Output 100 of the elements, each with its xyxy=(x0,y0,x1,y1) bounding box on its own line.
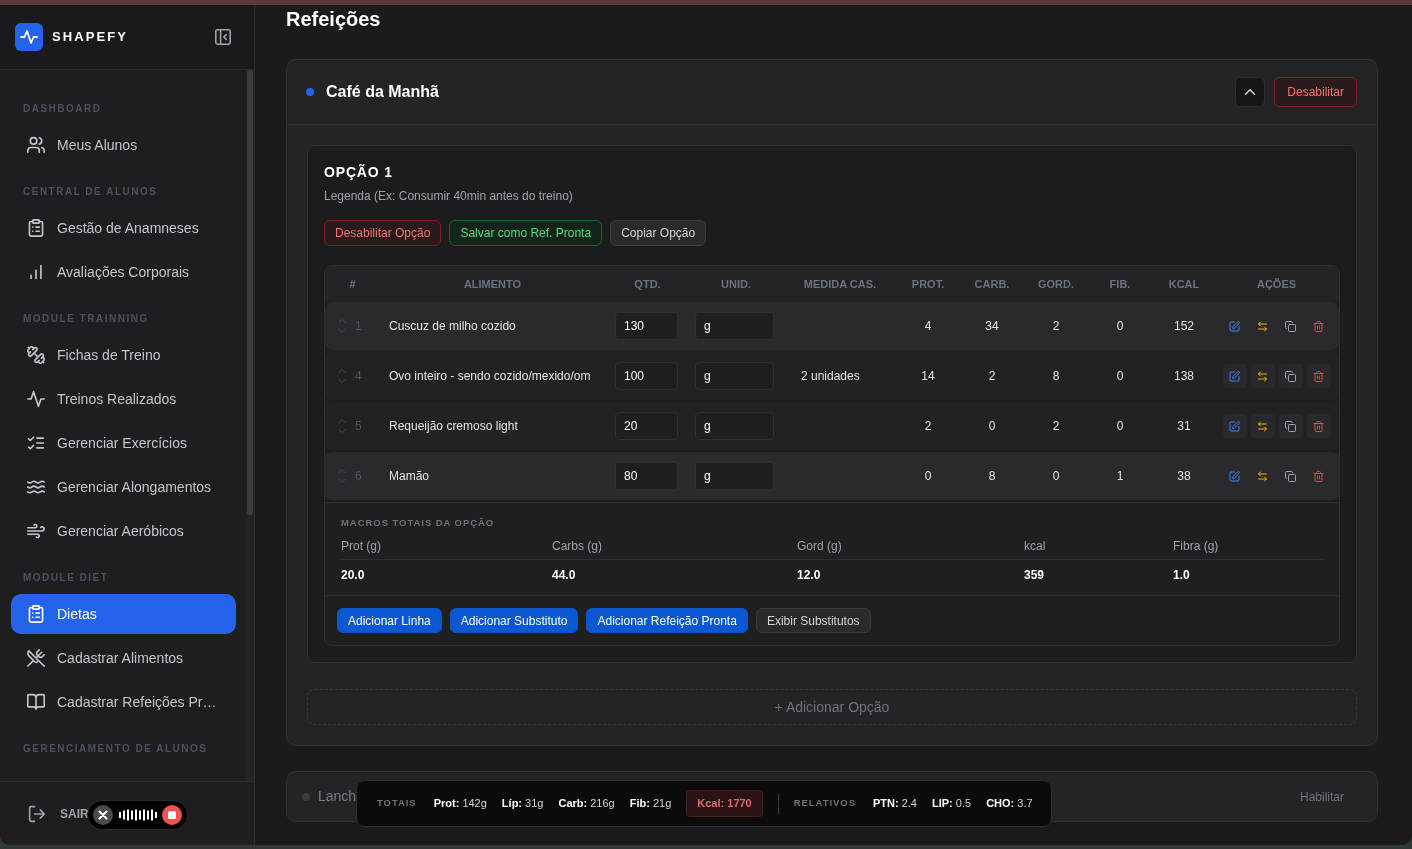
nav-item[interactable]: Avaliações Corporais xyxy=(11,252,236,292)
nutrient-value: 38 xyxy=(1177,469,1191,483)
disable-button[interactable]: Desabilitar xyxy=(1274,77,1357,107)
edit-icon xyxy=(1229,470,1240,482)
food-name: Ovo inteiro - sendo cozido/mexido/om xyxy=(389,369,591,383)
unit-input[interactable]: g xyxy=(695,362,774,390)
section-label: MODULE TRAINNING xyxy=(22,313,150,325)
logo-icon xyxy=(15,23,43,51)
nutrient-value: 2 xyxy=(988,369,996,383)
nav-item[interactable]: Fichas de Treino xyxy=(11,335,236,375)
column-header: CARB. xyxy=(973,276,1011,292)
section-label: GERENCIAMENTO DE ALUNOS xyxy=(22,743,209,755)
nutrient-value: 0 xyxy=(1116,319,1124,333)
edit-icon xyxy=(1229,420,1240,432)
nutrient-value: 0 xyxy=(1116,419,1124,433)
meal-title: Café da Manhã xyxy=(326,82,439,102)
relative-value: LIP: 0.5 xyxy=(932,796,972,812)
relative-label: RELATIVOS xyxy=(793,796,856,811)
swap-arrows-icon xyxy=(1257,320,1268,332)
nav-item[interactable]: Cadastrar Refeições Pr… xyxy=(11,682,236,722)
total-value: Carb: 216g xyxy=(558,796,615,812)
nav-item[interactable]: Gerenciar Aeróbicos xyxy=(11,511,236,551)
nutrient-value: 0 xyxy=(924,469,932,483)
collapse-sidebar-button[interactable] xyxy=(215,29,231,45)
unit-input[interactable]: g xyxy=(695,312,774,340)
nutrient-value: 0 xyxy=(988,419,996,433)
nav-item[interactable]: Meus Alunos xyxy=(11,125,236,165)
book-icon xyxy=(27,693,45,711)
food-name: Requeijão cremoso light xyxy=(389,419,518,433)
table-action-button[interactable]: Exibir Substitutos xyxy=(755,608,871,633)
crossed-utensils-icon xyxy=(27,649,45,667)
nav-item[interactable]: Gerenciar Exercícios xyxy=(11,423,236,463)
nutrient-value: 138 xyxy=(1174,369,1194,383)
delete-button[interactable] xyxy=(1306,364,1331,388)
total-value: Prot: 142g xyxy=(433,796,487,812)
macro-value: 359 xyxy=(1024,568,1045,582)
dumbbell-icon xyxy=(27,346,45,364)
option-action-button[interactable]: Desabilitar Opção xyxy=(324,220,442,246)
column-header: AÇÕES xyxy=(1255,276,1298,292)
edit-button[interactable] xyxy=(1222,414,1247,438)
pulse-icon xyxy=(27,390,45,408)
option-caption: Legenda (Ex: Consumir 40min antes do treino) xyxy=(324,188,574,204)
collapse-button[interactable] xyxy=(1235,77,1266,107)
unit-input[interactable]: g xyxy=(695,462,774,490)
option-action-button[interactable]: Copiar Opção xyxy=(610,220,707,246)
edit-button[interactable] xyxy=(1222,364,1247,388)
relative-value: PTN: 2.4 xyxy=(872,796,917,812)
nutrient-value: 2 xyxy=(924,419,932,433)
logout-button[interactable]: SAIR xyxy=(28,804,89,823)
scrollbar-thumb[interactable] xyxy=(247,70,253,515)
sidebar-toggle-icon xyxy=(215,29,231,45)
logout-icon xyxy=(28,804,46,823)
table-action-button[interactable]: Adicionar Linha xyxy=(337,608,442,633)
swap-arrows-icon xyxy=(1257,370,1268,382)
column-header: MEDIDA CAS. xyxy=(802,276,878,292)
column-header: UNID. xyxy=(720,276,752,292)
edit-icon xyxy=(1229,320,1240,332)
option-action-button[interactable]: Salvar como Ref. Pronta xyxy=(449,220,603,246)
nav-item[interactable]: Dietas xyxy=(11,594,236,634)
quantity-input[interactable]: 80 xyxy=(615,462,678,490)
nutrient-value: 8 xyxy=(1052,369,1060,383)
edit-icon xyxy=(1229,370,1240,382)
total-value: Líp: 31g xyxy=(501,796,544,812)
copy-icon xyxy=(1285,420,1296,432)
stop-recording-icon[interactable] xyxy=(162,805,182,825)
column-header: FIB. xyxy=(1108,276,1132,292)
relative-value: CHO: 3.7 xyxy=(986,796,1033,812)
copy-icon xyxy=(1285,470,1296,482)
swap-button[interactable] xyxy=(1250,414,1275,438)
chevron-up-icon xyxy=(1244,89,1257,95)
swap-arrows-icon xyxy=(1257,420,1268,432)
nav-item[interactable]: Treinos Realizados xyxy=(11,379,236,419)
nutrient-value: 0 xyxy=(1052,469,1060,483)
table-action-button[interactable]: Adicionar Refeição Pronta xyxy=(586,608,748,633)
copy-button[interactable] xyxy=(1278,414,1303,438)
column-header: GORD. xyxy=(1036,276,1076,292)
macro-label: Fibra (g) xyxy=(1173,539,1219,553)
table-action-button[interactable]: Adicionar Substituto xyxy=(449,608,579,633)
macros-title: MACROS TOTAIS DA OPÇÃO xyxy=(341,517,496,529)
macro-label: Gord (g) xyxy=(797,539,842,553)
wind-icon xyxy=(27,522,45,540)
quantity-input[interactable]: 100 xyxy=(615,362,678,390)
swap-arrows-icon xyxy=(1257,470,1268,482)
nav-item[interactable]: Gerenciar Alongamentos xyxy=(11,467,236,507)
close-icon[interactable] xyxy=(93,805,113,825)
quantity-input[interactable]: 130 xyxy=(615,312,678,340)
trash-icon xyxy=(1313,420,1324,432)
brand-name: SHAPEFY xyxy=(52,28,128,47)
page-title: Refeições xyxy=(286,7,382,32)
nutrient-value: 0 xyxy=(1116,369,1124,383)
copy-button[interactable] xyxy=(1278,364,1303,388)
nutrient-value: 1 xyxy=(1116,469,1124,483)
nav-item[interactable]: Cadastrar Alimentos xyxy=(11,638,236,678)
nav-item[interactable]: Gestão de Anamneses xyxy=(11,208,236,248)
swap-button[interactable] xyxy=(1250,364,1275,388)
unit-input[interactable]: g xyxy=(695,412,774,440)
quantity-input[interactable]: 20 xyxy=(615,412,678,440)
delete-button[interactable] xyxy=(1306,414,1331,438)
clipboard-icon xyxy=(27,605,45,623)
clipboard-icon xyxy=(27,219,45,237)
